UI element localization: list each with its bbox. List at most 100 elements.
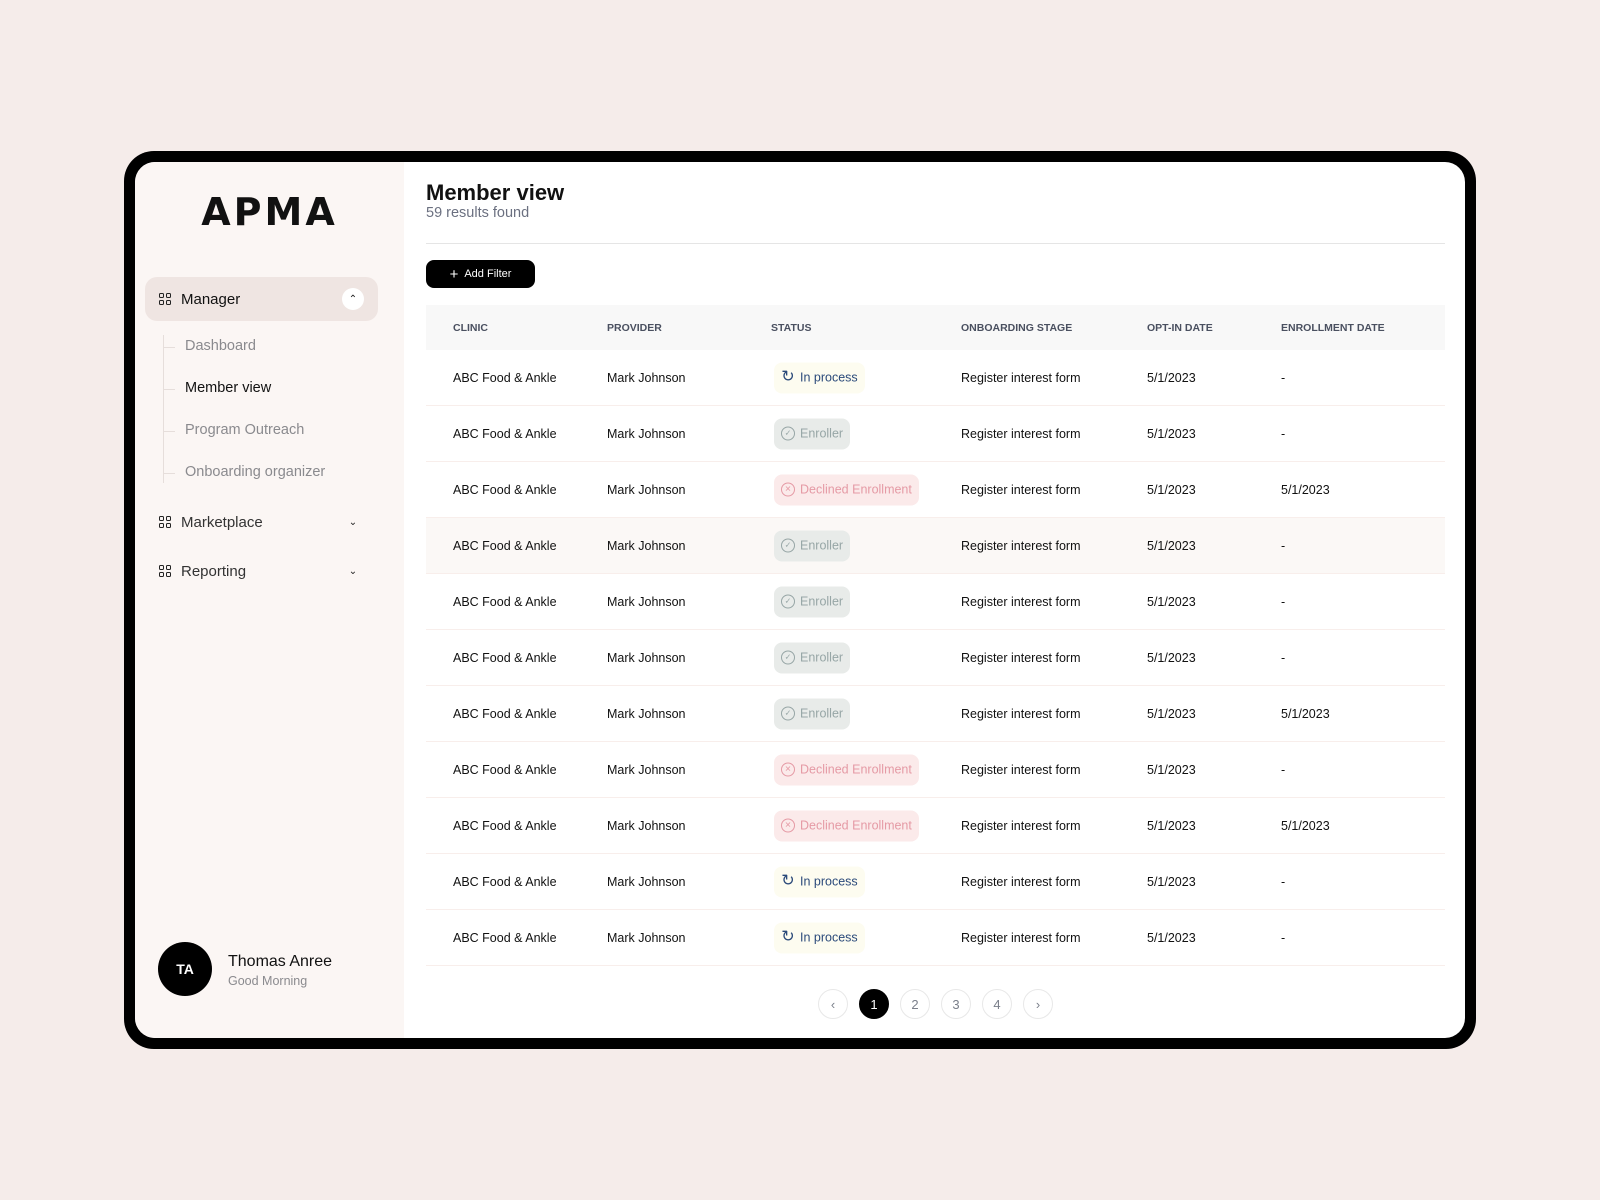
pagination: ‹ 1 2 3 4 ›	[818, 989, 1053, 1019]
opt-in-date-cell: 5/1/2023	[1147, 930, 1196, 945]
divider	[426, 243, 1445, 244]
column-header-status[interactable]: STATUS	[771, 322, 811, 334]
onboarding-stage-cell: Register interest form	[961, 370, 1081, 385]
status-badge: ✓ Enroller	[774, 642, 851, 673]
sidebar-item-label: Marketplace	[181, 513, 263, 531]
status-badge: ✓ Enroller	[774, 418, 851, 449]
sidebar-item-label: Reporting	[181, 562, 247, 580]
onboarding-stage-cell: Register interest form	[961, 594, 1081, 609]
table-row[interactable]: ABC Food & Ankle Mark Johnson ✕ Declined En…	[426, 462, 1445, 518]
prev-page-button[interactable]: ‹	[818, 989, 848, 1019]
add-filter-button[interactable]: + Add Filter	[426, 260, 535, 288]
x-circle-icon: ✕	[781, 818, 795, 833]
table-row[interactable]: ABC Food & Ankle Mark Johnson ↻ In process R…	[426, 910, 1445, 966]
chevron-down-icon[interactable]: ⌄	[342, 560, 364, 582]
sidebar-item-reporting[interactable]: Reporting ⌄	[145, 549, 378, 593]
x-circle-icon: ✕	[781, 482, 795, 497]
status-label: Enroller	[800, 650, 844, 665]
column-header-opt-in-date[interactable]: OPT-IN DATE	[1147, 322, 1213, 334]
clinic-cell: ABC Food & Ankle	[453, 930, 557, 945]
status-cell: ↻ In process	[774, 922, 865, 953]
status-cell: ✕ Declined Enrollment	[774, 474, 919, 505]
provider-cell: Mark Johnson	[607, 426, 686, 441]
status-cell: ✓ Enroller	[774, 698, 851, 729]
status-cell: ✓ Enroller	[774, 530, 851, 561]
page-title: Member view	[426, 180, 565, 205]
provider-cell: Mark Johnson	[607, 594, 686, 609]
enrollment-date-cell: -	[1281, 594, 1286, 609]
status-badge: ✓ Enroller	[774, 698, 851, 729]
table-row[interactable]: ABC Food & Ankle Mark Johnson ✓ Enroller Reg…	[426, 518, 1445, 574]
provider-cell: Mark Johnson	[607, 706, 686, 721]
sidebar-item-label: Manager	[181, 290, 241, 308]
opt-in-date-cell: 5/1/2023	[1147, 370, 1196, 385]
page-4-button[interactable]: 4	[982, 989, 1012, 1019]
column-header-provider[interactable]: PROVIDER	[607, 322, 662, 334]
onboarding-stage-cell: Register interest form	[961, 930, 1081, 945]
enrollment-date-cell: -	[1281, 650, 1286, 665]
status-badge: ✕ Declined Enrollment	[774, 810, 919, 841]
sidebar-subitem-onboarding-organizer[interactable]: Onboarding organizer	[162, 464, 325, 480]
sidebar-subitem-member-view[interactable]: Member view	[162, 380, 271, 396]
clinic-cell: ABC Food & Ankle	[453, 650, 557, 665]
clinic-cell: ABC Food & Ankle	[453, 818, 557, 833]
table-row[interactable]: ABC Food & Ankle Mark Johnson ✕ Declined En…	[426, 798, 1445, 854]
next-page-button[interactable]: ›	[1023, 989, 1053, 1019]
column-header-onboarding-stage[interactable]: ONBOARDING STAGE	[961, 322, 1072, 334]
clinic-cell: ABC Food & Ankle	[453, 538, 557, 553]
chevron-down-icon[interactable]: ⌄	[342, 511, 364, 533]
enrollment-date-cell: -	[1281, 874, 1286, 889]
clinic-cell: ABC Food & Ankle	[453, 762, 557, 777]
page-2-button[interactable]: 2	[900, 989, 930, 1019]
sidebar-subitem-dashboard[interactable]: Dashboard	[163, 338, 256, 354]
table-row[interactable]: ABC Food & Ankle Mark Johnson ↻ In process R…	[426, 854, 1445, 910]
provider-cell: Mark Johnson	[607, 874, 686, 889]
status-cell: ✓ Enroller	[774, 586, 851, 617]
provider-cell: Mark Johnson	[607, 818, 686, 833]
provider-cell: Mark Johnson	[607, 650, 686, 665]
opt-in-date-cell: 5/1/2023	[1147, 874, 1196, 889]
status-label: Declined Enrollment	[800, 482, 912, 497]
enrollment-date-cell: -	[1281, 426, 1286, 441]
enrollment-date-cell: -	[1281, 762, 1286, 777]
plus-icon: +	[449, 265, 459, 283]
onboarding-stage-cell: Register interest form	[961, 874, 1081, 889]
clinic-cell: ABC Food & Ankle	[453, 874, 557, 889]
sidebar-item-marketplace[interactable]: Marketplace ⌄	[145, 500, 378, 544]
chevron-up-icon[interactable]: ⌃	[342, 288, 364, 310]
status-badge: ↻ In process	[774, 866, 865, 897]
sidebar-item-manager[interactable]: Manager ⌃	[145, 277, 378, 321]
table-row[interactable]: ABC Food & Ankle Mark Johnson ✓ Enroller Reg…	[426, 630, 1445, 686]
onboarding-stage-cell: Register interest form	[961, 706, 1081, 721]
grid-icon	[159, 565, 171, 577]
page-1-button[interactable]: 1	[859, 989, 889, 1019]
members-table: CLINIC PROVIDER STATUS ONBOARDING STAGE …	[426, 305, 1445, 966]
column-header-clinic[interactable]: CLINIC	[453, 322, 488, 334]
status-label: Declined Enrollment	[800, 762, 912, 777]
status-cell: ✓ Enroller	[774, 418, 851, 449]
avatar[interactable]: TA	[158, 942, 212, 996]
status-cell: ✓ Enroller	[774, 642, 851, 673]
sidebar-subitem-program-outreach[interactable]: Program Outreach	[162, 422, 304, 438]
grid-icon	[159, 293, 171, 305]
refresh-icon: ↻	[781, 368, 795, 386]
page-3-button[interactable]: 3	[941, 989, 971, 1019]
status-badge: ✓ Enroller	[774, 530, 851, 561]
table-row[interactable]: ABC Food & Ankle Mark Johnson ✓ Enroller Reg…	[426, 406, 1445, 462]
opt-in-date-cell: 5/1/2023	[1147, 650, 1196, 665]
table-row[interactable]: ABC Food & Ankle Mark Johnson ✕ Declined En…	[426, 742, 1445, 798]
tree-line	[163, 335, 164, 483]
results-count: 59 results found	[426, 205, 530, 221]
column-header-enrollment-date[interactable]: ENROLLMENT DATE	[1281, 322, 1385, 334]
table-body: ABC Food & Ankle Mark Johnson ↻ In process R…	[426, 350, 1445, 966]
onboarding-stage-cell: Register interest form	[961, 650, 1081, 665]
user-name: Thomas Anree	[228, 953, 333, 970]
check-circle-icon: ✓	[781, 650, 795, 665]
clinic-cell: ABC Food & Ankle	[453, 482, 557, 497]
table-header: CLINIC PROVIDER STATUS ONBOARDING STAGE …	[426, 305, 1445, 350]
table-row[interactable]: ABC Food & Ankle Mark Johnson ✓ Enroller Reg…	[426, 686, 1445, 742]
status-badge: ↻ In process	[774, 362, 865, 393]
x-circle-icon: ✕	[781, 762, 795, 777]
table-row[interactable]: ABC Food & Ankle Mark Johnson ↻ In process R…	[426, 350, 1445, 406]
table-row[interactable]: ABC Food & Ankle Mark Johnson ✓ Enroller Reg…	[426, 574, 1445, 630]
